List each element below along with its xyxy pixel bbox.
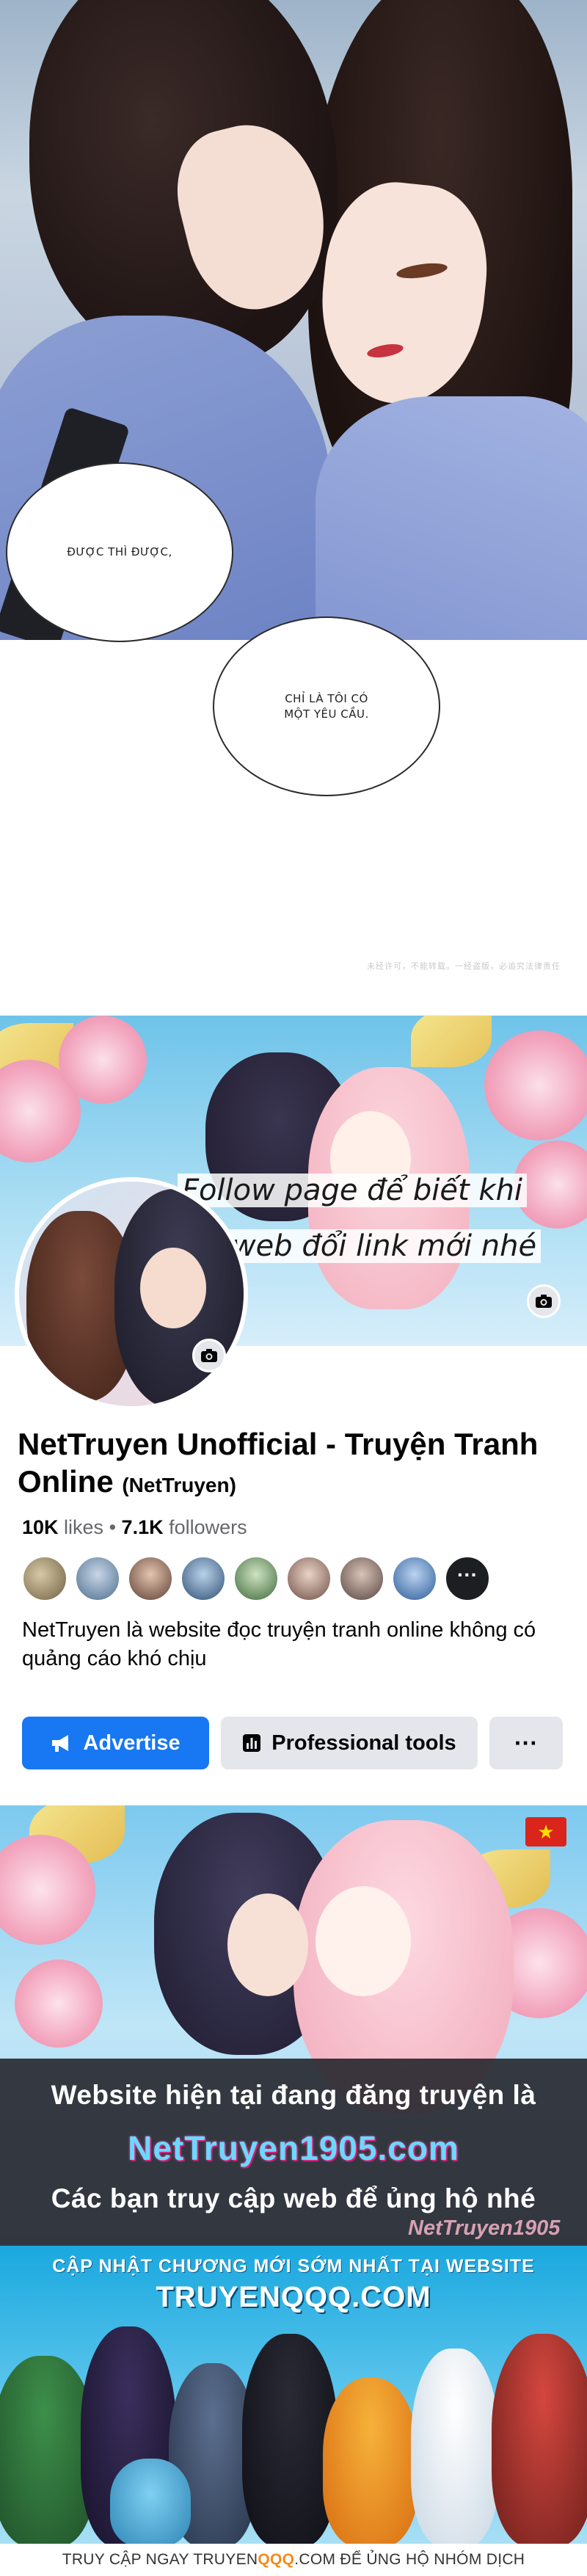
banner-update-title: CẬP NHẬT CHƯƠNG MỚI SỚM NHẤT TẠI WEBSITE (52, 2256, 535, 2277)
page-description: NetTruyen là website đọc truyện tranh on… (22, 1618, 536, 1671)
avatar-boy-face (140, 1248, 206, 1328)
cover-caption-line1: Follow page để biết khi (177, 1174, 528, 1207)
page-stats: 10K likes • 7.1K followers (22, 1516, 247, 1539)
followers-label: followers (169, 1516, 247, 1538)
footer-highlight: QQQ (258, 2551, 295, 2568)
speech-bubble-2-line1: CHỈ LÀ TÔI CÓ (285, 692, 368, 706)
footer-prefix: TRUY CẬP NGAY TRUYEN (62, 2551, 258, 2568)
more-followers-button[interactable]: ··· (445, 1556, 490, 1601)
follower-avatar[interactable] (286, 1556, 332, 1601)
professional-tools-label: Professional tools (271, 1731, 456, 1755)
banner-notice-line1: Website hiện tại đang đăng truyện là (51, 2080, 536, 2110)
facebook-page-card: Follow page để biết khi nào web đổi link… (0, 1015, 587, 1794)
banner-watermark: NetTruyen1905 (408, 2216, 561, 2240)
follower-avatar[interactable] (392, 1556, 437, 1601)
followers-link[interactable]: 7.1K followers (122, 1516, 247, 1538)
banner-character (492, 2334, 587, 2547)
likes-label: likes (64, 1516, 104, 1538)
advertise-label: Advertise (83, 1731, 181, 1755)
banner-brand[interactable]: TRUYENQQQ.COM (0, 2281, 587, 2314)
follower-avatars: ··· (22, 1556, 490, 1601)
chart-icon (243, 1734, 261, 1752)
avatar-camera-button[interactable] (192, 1339, 226, 1372)
follower-avatar[interactable] (233, 1556, 279, 1601)
girl-shirt (316, 396, 587, 640)
megaphone-icon (52, 1735, 69, 1752)
page-title: NetTruyen Unofficial - Truyện Tranh Onli… (18, 1425, 546, 1500)
profile-avatar[interactable] (15, 1177, 248, 1411)
page-handle: (NetTruyen) (122, 1474, 236, 1497)
more-options-button[interactable]: ··· (489, 1717, 563, 1769)
more-options-label: ··· (514, 1729, 538, 1756)
banner-character (323, 2378, 418, 2547)
speech-bubble-2-line2: MỘT YÊU CẦU. (284, 707, 369, 721)
camera-icon (536, 1295, 552, 1308)
likes-link[interactable]: 10K likes (22, 1516, 103, 1538)
page-name: NetTruyen Unofficial - Truyện Tranh Onli… (18, 1427, 539, 1499)
page-actions: Advertise Professional tools ··· (22, 1717, 563, 1769)
banner-character (110, 2459, 191, 2547)
manga-panel: ĐƯỢC THÌ ĐƯỢC, CHỈ LÀ TÔI CÓ MỘT YÊU CẦU… (0, 0, 587, 1024)
banner-notice-line3: Các bạn truy cập web để ủng hộ nhé (51, 2183, 536, 2213)
stats-separator: • (109, 1516, 117, 1538)
speech-bubble-2: CHỈ LÀ TÔI CÓ MỘT YÊU CẦU. (213, 616, 440, 796)
banner-footer: TRUY CẬP NGAY TRUYEN QQQ .COM ĐỂ ỦNG HỘ NH… (0, 2544, 587, 2576)
follower-avatar[interactable] (22, 1556, 68, 1601)
likes-count: 10K (22, 1516, 59, 1538)
copyright-watermark: 未经许可，不能转载。一经盗版，必追究法律责任 (367, 962, 561, 971)
nettruyen-banner[interactable]: ★ Website hiện tại đang đăng truyện là N… (0, 1805, 587, 2246)
banner-boy-face (227, 1893, 308, 1996)
speech-bubble-1: ĐƯỢC THÌ ĐƯỢC, (6, 462, 233, 642)
cover-camera-button[interactable] (527, 1284, 561, 1318)
professional-tools-button[interactable]: Professional tools (221, 1717, 478, 1769)
banner-character (411, 2348, 499, 2547)
flag-star: ★ (537, 1821, 555, 1843)
cover-leaf (411, 1016, 492, 1067)
camera-icon (201, 1349, 217, 1362)
follower-avatar[interactable] (75, 1556, 120, 1601)
speech-bubble-1-text: ĐƯỢC THÌ ĐƯỢC, (67, 545, 172, 559)
followers-count: 7.1K (121, 1516, 164, 1538)
footer-suffix: .COM ĐỂ ỦNG HỘ NHÓM DỊCH (294, 2551, 525, 2568)
advertise-button[interactable]: Advertise (22, 1717, 209, 1769)
follower-avatar[interactable] (181, 1556, 226, 1601)
follower-avatar[interactable] (339, 1556, 384, 1601)
cover-flower (59, 1016, 147, 1104)
cover-flower (484, 1030, 587, 1140)
banner-site-url[interactable]: NetTruyen1905.com (0, 2128, 587, 2168)
vietnam-flag-icon: ★ (525, 1817, 566, 1847)
banner-girl-face (316, 1886, 411, 1996)
follower-avatar[interactable] (128, 1556, 173, 1601)
truyenqq-banner[interactable]: CẬP NHẬT CHƯƠNG MỚI SỚM NHẤT TẠI WEBSITE… (0, 2246, 587, 2576)
banner-flower (15, 1960, 103, 2048)
